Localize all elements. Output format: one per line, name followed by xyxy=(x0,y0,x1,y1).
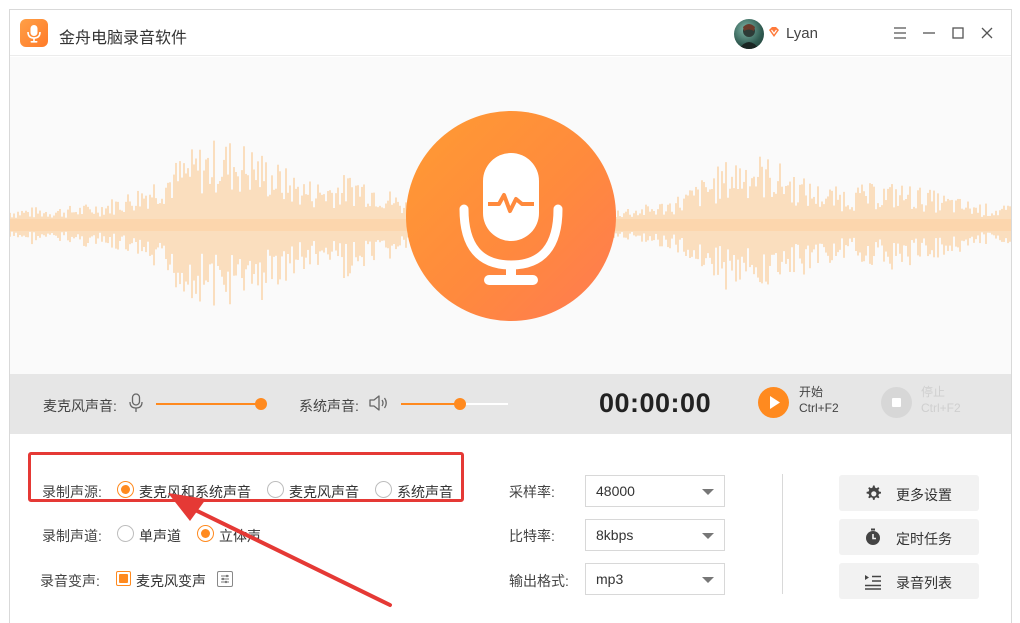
chevron-down-icon xyxy=(702,489,714,495)
app-logo-icon xyxy=(20,19,48,47)
stop-button[interactable] xyxy=(881,387,912,418)
system-volume-label: 系统声音: xyxy=(299,398,359,414)
recording-list-button[interactable]: 录音列表 xyxy=(839,563,979,599)
speaker-icon xyxy=(367,392,389,414)
close-icon[interactable] xyxy=(977,23,997,43)
stop-text: 停止 xyxy=(921,385,946,399)
output-format-select[interactable]: mp3 xyxy=(585,563,725,595)
menu-icon[interactable] xyxy=(890,23,910,43)
minimize-icon[interactable] xyxy=(919,23,939,43)
scheduled-task-button[interactable]: 定时任务 xyxy=(839,519,979,555)
user-avatar[interactable] xyxy=(734,19,764,49)
output-format-value: mp3 xyxy=(596,571,624,587)
system-volume-fill xyxy=(401,403,460,405)
stop-icon xyxy=(892,398,901,407)
vip-diamond-icon xyxy=(767,25,781,39)
mic-volume-label: 麦克风声音: xyxy=(43,398,117,414)
recording-list-label: 录音列表 xyxy=(896,575,952,591)
title-bar: 金舟电脑录音软件 Lyan xyxy=(10,10,1011,56)
channel-radio-mono[interactable] xyxy=(117,525,134,542)
bit-rate-label: 比特率: xyxy=(509,528,555,544)
sample-rate-select[interactable]: 48000 xyxy=(585,475,725,507)
more-settings-label: 更多设置 xyxy=(896,487,952,503)
divider xyxy=(782,474,783,594)
bit-rate-select[interactable]: 8kbps xyxy=(585,519,725,551)
record-mic-button[interactable] xyxy=(406,111,616,321)
start-label[interactable]: 开始 Ctrl+F2 xyxy=(799,384,839,416)
mic-volume-handle[interactable] xyxy=(255,398,267,410)
output-format-label: 输出格式: xyxy=(509,573,569,589)
microphone-icon xyxy=(459,153,563,285)
sample-rate-label: 采样率: xyxy=(509,484,555,500)
gear-icon xyxy=(863,483,883,503)
scheduled-task-label: 定时任务 xyxy=(896,531,952,547)
sample-rate-value: 48000 xyxy=(596,483,635,499)
annotation-arrow xyxy=(168,493,392,607)
start-button[interactable] xyxy=(758,387,789,418)
chevron-down-icon xyxy=(702,533,714,539)
voice-change-checkbox[interactable] xyxy=(116,571,131,586)
system-volume-handle[interactable] xyxy=(454,398,466,410)
control-strip: 麦克风声音: 系统声音: 00:00:00 开始 Ctrl+F2 停止 Ctrl… xyxy=(10,374,1011,434)
app-title: 金舟电脑录音软件 xyxy=(59,30,188,47)
waveform-area xyxy=(10,57,1011,374)
channel-label: 录制声道: xyxy=(42,528,102,544)
stop-label[interactable]: 停止 Ctrl+F2 xyxy=(921,384,961,416)
mic-volume-fill xyxy=(156,403,261,405)
play-icon xyxy=(770,396,780,409)
timer-icon xyxy=(863,527,883,547)
username[interactable]: Lyan xyxy=(786,25,818,42)
chevron-down-icon xyxy=(702,577,714,583)
microphone-icon xyxy=(125,392,147,414)
more-settings-button[interactable]: 更多设置 xyxy=(839,475,979,511)
start-text: 开始 xyxy=(799,385,824,399)
start-shortcut: Ctrl+F2 xyxy=(799,401,839,415)
maximize-icon[interactable] xyxy=(948,23,968,43)
stop-shortcut: Ctrl+F2 xyxy=(921,401,961,415)
bit-rate-value: 8kbps xyxy=(596,527,634,543)
voice-change-label: 录音变声: xyxy=(40,573,100,589)
recording-timer: 00:00:00 xyxy=(599,388,712,418)
list-icon xyxy=(863,571,883,591)
